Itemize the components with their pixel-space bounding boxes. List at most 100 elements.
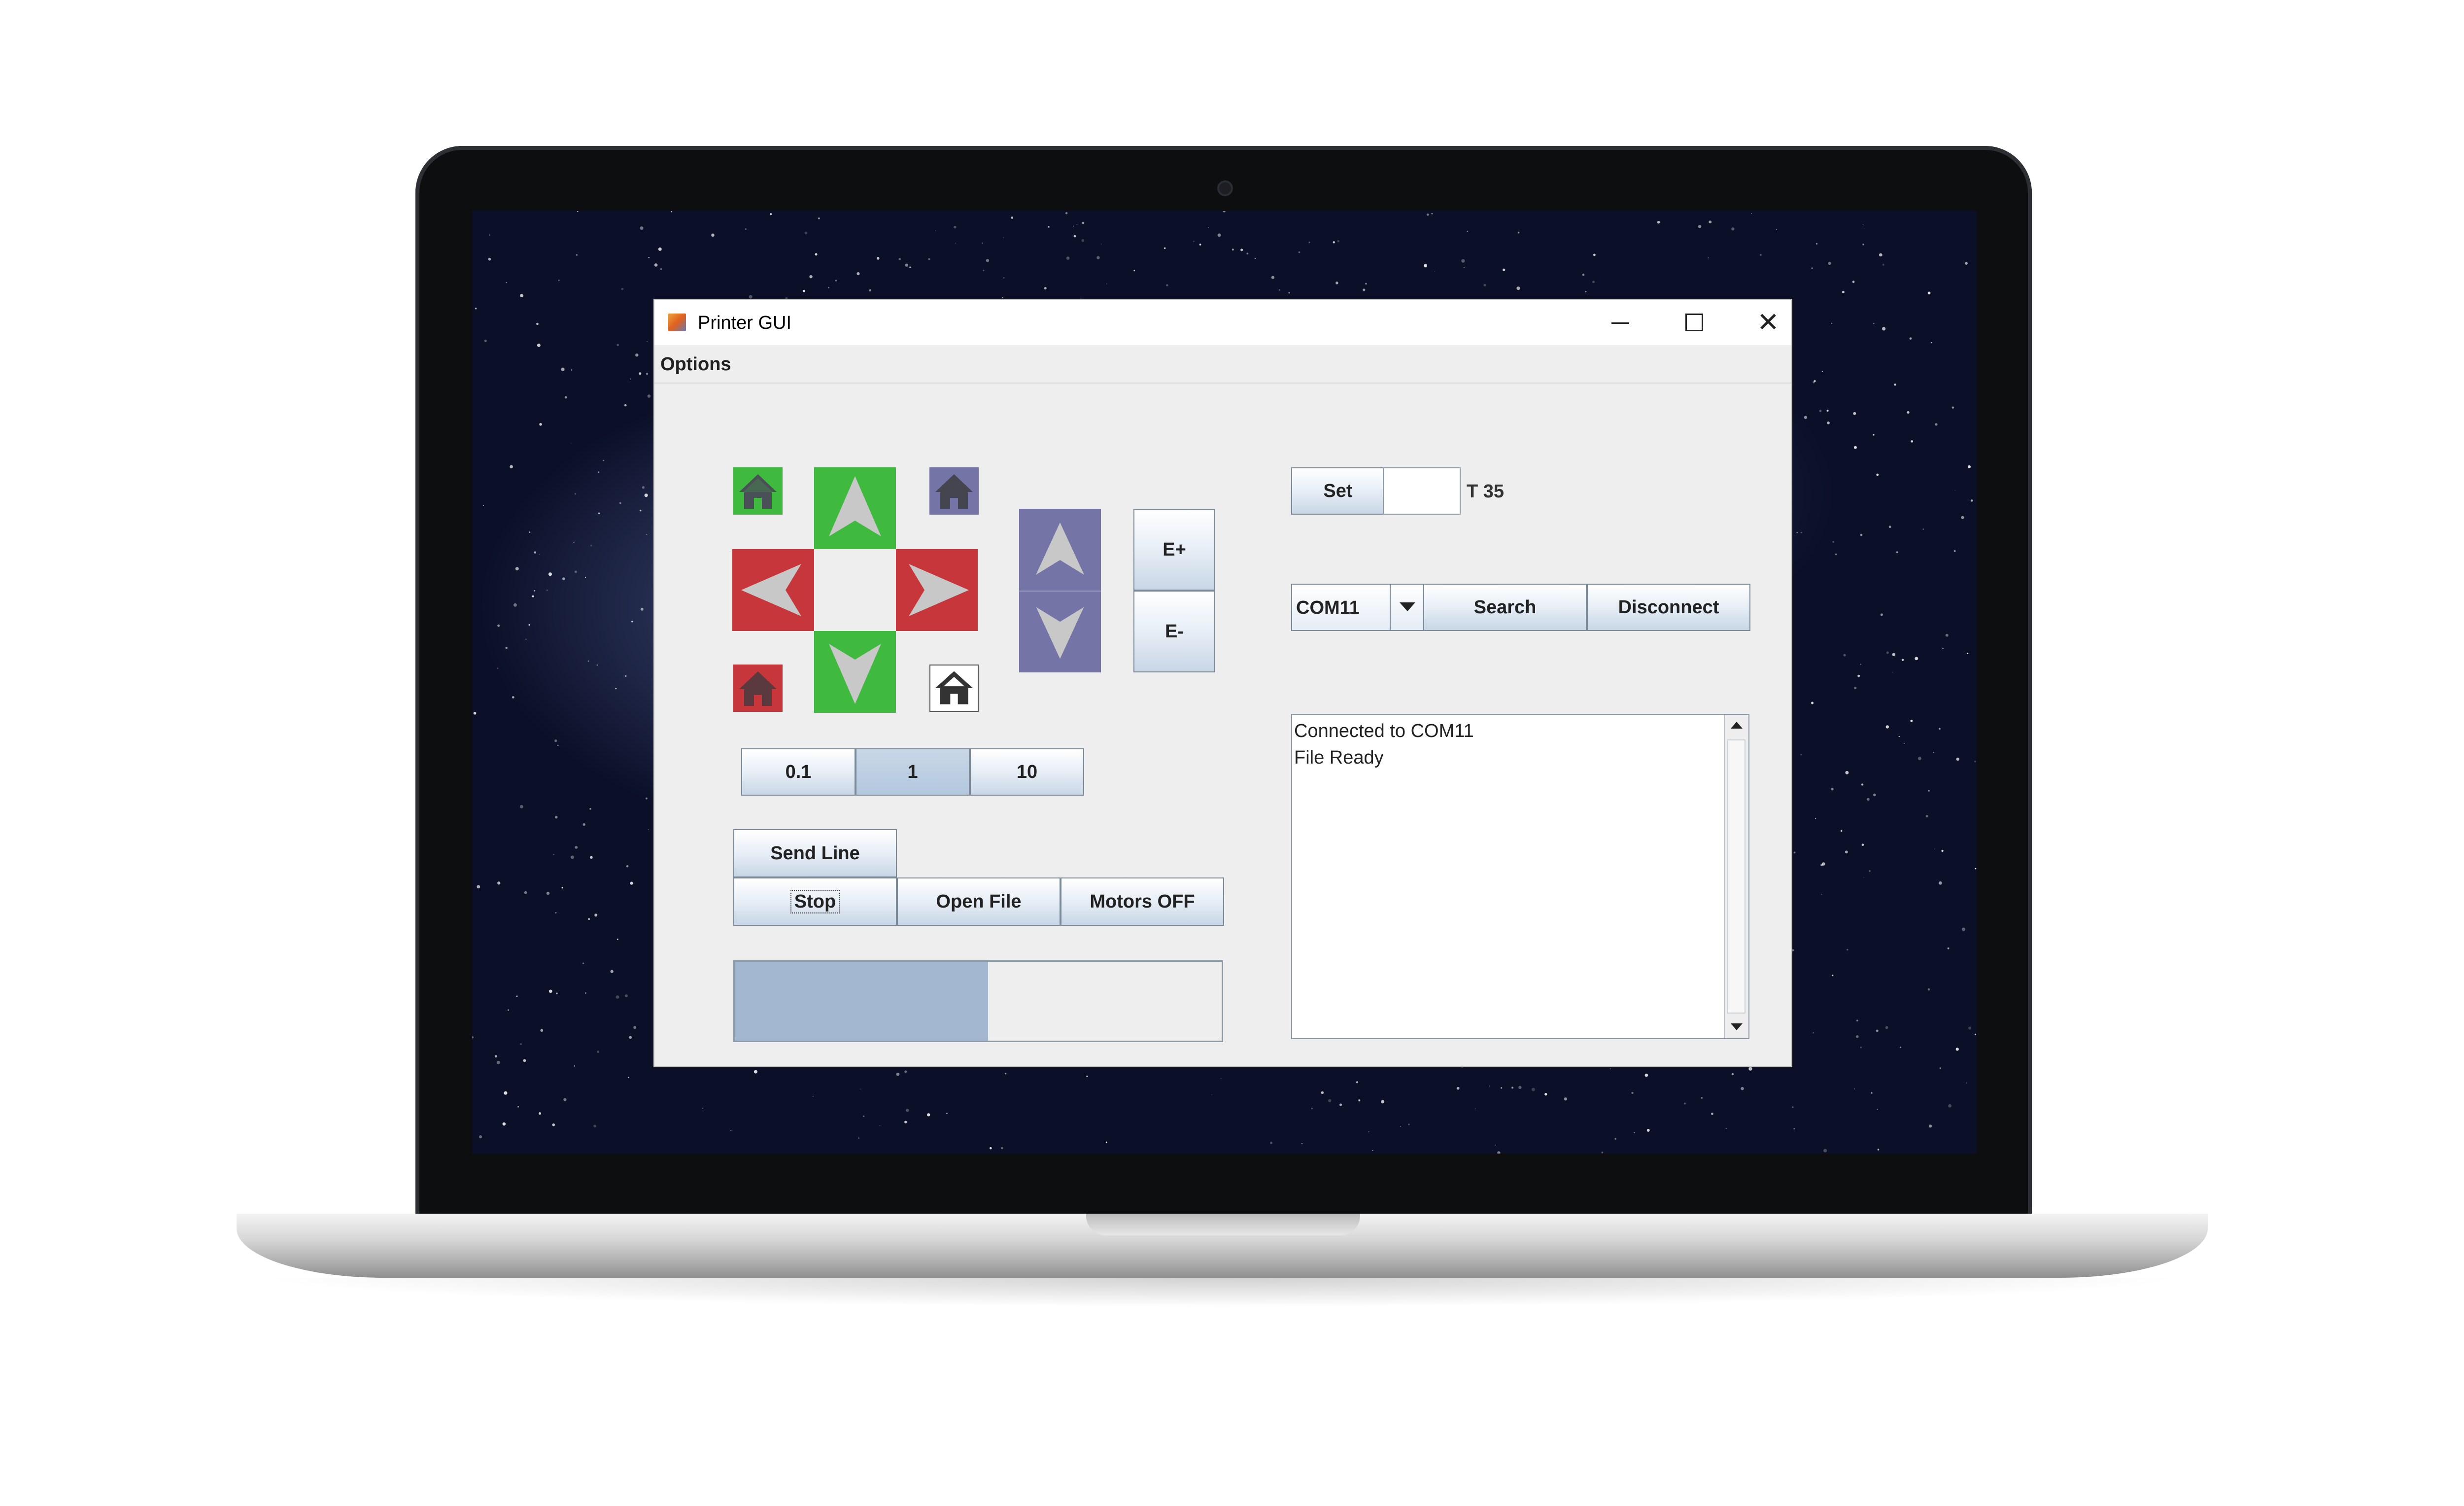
star xyxy=(598,471,600,473)
star xyxy=(1847,949,1848,951)
close-button[interactable]: ✕ xyxy=(1739,305,1798,340)
star xyxy=(520,294,524,298)
step-1-button[interactable]: 1 xyxy=(856,748,970,796)
star xyxy=(574,1065,575,1067)
home-green-button[interactable] xyxy=(733,467,783,515)
star xyxy=(1800,754,1802,756)
jog-x-minus-button[interactable] xyxy=(732,549,814,631)
star xyxy=(624,404,627,407)
search-button[interactable]: Search xyxy=(1423,584,1587,631)
step-10-button[interactable]: 10 xyxy=(970,748,1084,796)
home-blue-button[interactable] xyxy=(929,467,979,515)
star xyxy=(1815,243,1818,245)
star xyxy=(1967,465,1971,468)
star xyxy=(1311,1108,1313,1110)
stop-button[interactable]: Stop xyxy=(733,877,897,926)
extrude-plus-button[interactable]: E+ xyxy=(1133,509,1215,591)
jog-z-minus-button[interactable] xyxy=(1019,591,1101,672)
star xyxy=(1424,264,1428,268)
star xyxy=(1748,1067,1752,1071)
star xyxy=(1811,267,1813,269)
star xyxy=(589,808,591,810)
star xyxy=(1711,1113,1713,1115)
star xyxy=(1828,262,1831,265)
star xyxy=(561,367,565,371)
star xyxy=(835,280,837,281)
star xyxy=(1001,1147,1003,1150)
star xyxy=(496,1060,500,1064)
star xyxy=(1288,292,1290,294)
star xyxy=(1106,283,1107,284)
menu-bar: Options xyxy=(654,345,1791,384)
star xyxy=(1927,291,1931,295)
star xyxy=(1731,227,1735,231)
scroll-thumb[interactable] xyxy=(1727,739,1745,1014)
step-0-1-button[interactable]: 0.1 xyxy=(741,748,856,796)
star xyxy=(815,253,818,256)
chevron-down-icon[interactable] xyxy=(1390,585,1423,630)
scroll-down-icon[interactable] xyxy=(1725,1016,1748,1038)
star xyxy=(557,744,559,746)
star xyxy=(989,1147,992,1150)
jog-x-plus-button[interactable] xyxy=(896,549,978,631)
star xyxy=(1278,289,1280,291)
disconnect-button[interactable]: Disconnect xyxy=(1587,584,1750,631)
jog-y-plus-button[interactable] xyxy=(814,467,896,549)
menu-options[interactable]: Options xyxy=(660,354,731,375)
star xyxy=(483,505,484,506)
star xyxy=(603,459,605,461)
star xyxy=(1073,225,1074,227)
home-red-button[interactable] xyxy=(733,665,783,712)
arrow-right-icon xyxy=(909,564,969,616)
star xyxy=(1408,1123,1410,1125)
star xyxy=(1861,783,1864,786)
home-all-button[interactable] xyxy=(929,665,979,712)
star xyxy=(1871,1092,1873,1094)
star xyxy=(582,962,584,964)
star xyxy=(1852,280,1855,283)
star xyxy=(1381,1100,1385,1104)
com-port-select[interactable]: COM11 xyxy=(1291,584,1424,631)
star xyxy=(626,865,629,868)
motors-off-button[interactable]: Motors OFF xyxy=(1061,877,1224,926)
star xyxy=(1708,257,1709,258)
star xyxy=(593,1124,596,1128)
star xyxy=(625,675,627,677)
star xyxy=(1867,798,1870,801)
star xyxy=(1961,516,1964,519)
send-line-button[interactable]: Send Line xyxy=(733,829,897,877)
temperature-status: T 35 xyxy=(1467,481,1505,502)
jog-y-minus-button[interactable] xyxy=(814,631,896,713)
star xyxy=(955,243,956,244)
star xyxy=(1792,1106,1794,1108)
star xyxy=(1915,657,1918,661)
star xyxy=(1516,286,1520,290)
star xyxy=(1928,790,1930,792)
star xyxy=(472,1036,474,1039)
console-log[interactable]: Connected to COM11 File Ready xyxy=(1291,714,1749,1039)
extrude-minus-button[interactable]: E- xyxy=(1133,591,1215,672)
star xyxy=(809,275,813,279)
star xyxy=(629,1036,632,1039)
minimize-button[interactable] xyxy=(1591,305,1650,340)
star xyxy=(660,268,662,270)
progress-fill xyxy=(735,962,988,1041)
open-file-button[interactable]: Open File xyxy=(897,877,1061,926)
star xyxy=(506,282,507,283)
star xyxy=(547,590,548,591)
star xyxy=(745,228,747,230)
star xyxy=(1363,288,1366,291)
star xyxy=(1898,735,1900,737)
star xyxy=(494,1055,497,1058)
scrollbar[interactable] xyxy=(1724,715,1748,1038)
scroll-up-icon[interactable] xyxy=(1725,715,1748,737)
star xyxy=(648,257,650,258)
star xyxy=(532,595,534,597)
arrow-up-icon xyxy=(829,476,881,536)
jog-z-plus-button[interactable] xyxy=(1019,509,1101,591)
star xyxy=(1517,231,1520,234)
set-temperature-button[interactable]: Set xyxy=(1291,467,1385,515)
star xyxy=(1066,256,1070,260)
temperature-input[interactable] xyxy=(1383,467,1461,515)
maximize-button[interactable] xyxy=(1665,305,1724,340)
